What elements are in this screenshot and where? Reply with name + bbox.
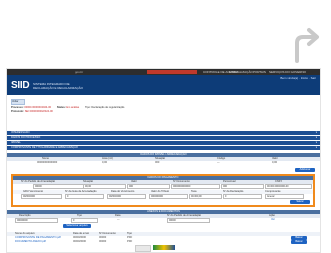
select-file-button[interactable]: Selecionar arquivo [63, 224, 91, 228]
status-label: Status: [56, 106, 66, 109]
nav-row-comprovante[interactable]: COMPROVANTE DE TITULARIDADE E ARRECADAÇÃ… [7, 145, 320, 150]
tax-value-field[interactable]: 000000000 [149, 194, 188, 199]
brand-subtitle-line2: DECLARAÇÃO E REGULARIZAÇÃO [33, 86, 84, 90]
table-cell: PDF [127, 240, 133, 243]
document-field[interactable]: 0000000000000 [171, 184, 220, 189]
add-button[interactable]: Adicionar [295, 168, 315, 172]
nav-row-label: INTERESSADO [11, 131, 30, 134]
table-row: 00000000 0 — 00000 Ver [7, 218, 320, 223]
order-number-field[interactable]: 00000 [33, 184, 84, 189]
protocol-number: SEI 000000000/2024-00 [24, 110, 53, 113]
declaration-field[interactable]: 0 [223, 194, 262, 199]
app-window: gov.br CONTROLE DE ACESSO FORMALIZAÇÃO P… [6, 68, 321, 253]
value-field[interactable]: 000 [127, 184, 170, 189]
percent-field[interactable]: 000 [221, 184, 264, 189]
table-cell: 0,00 [272, 161, 278, 164]
menu-item-formal[interactable]: FORMALIZAÇÃO [229, 70, 253, 74]
download-button[interactable]: Baixar [291, 240, 307, 244]
table-cell: — [217, 161, 220, 164]
fee-field[interactable]: 00.000,00 [189, 194, 222, 199]
table-cell: 0,00 [102, 161, 108, 164]
receipt-attach-field[interactable]: Anexar [265, 194, 304, 199]
gov-logo[interactable]: gov.br [75, 70, 83, 74]
payment-row-1: 00000 00,00 000 0000000000000 000 00.000… [13, 184, 313, 189]
gru-due-field[interactable]: 00/00/0000 [21, 194, 62, 199]
process-label: Processo: [11, 106, 24, 109]
forward-arrow-icon [295, 28, 319, 63]
type-select[interactable]: 0 [71, 218, 98, 223]
footer-brand-logo [153, 245, 175, 250]
situation-field[interactable]: 00,00 [83, 184, 126, 189]
nav-row-label: IMÓVEL [11, 141, 21, 144]
chevron-down-icon: ▾ [315, 146, 317, 149]
save-button[interactable]: Salvar [290, 200, 310, 204]
menu-item-portals[interactable]: PORTAIS [253, 70, 266, 74]
table-cell: — [117, 218, 120, 221]
order-field[interactable]: 00000 [167, 218, 210, 223]
cnpj-field[interactable]: 00.000.000/0000-00 [265, 184, 312, 189]
guide-number-field[interactable]: 0 [65, 194, 104, 199]
table-row: 00000000000000 0,00 000 — 0,00 [7, 161, 320, 165]
table-cell: 000 [155, 161, 160, 164]
description-field[interactable]: 00000000 [15, 218, 58, 223]
due-date-field[interactable]: 00/00/0000 [107, 194, 146, 199]
table-cell: 00/00/0000 [73, 240, 86, 243]
file-row: DOCUMENTO ANEXO.pdf 00/00/0000 00000 PDF… [7, 240, 320, 244]
menu-item-services[interactable]: SERVIÇOS DO GOVERNO [269, 70, 306, 74]
table-cell: 00000 [99, 240, 107, 243]
table-cell: 00000000000000 [37, 161, 58, 164]
back-button[interactable]: Voltar [11, 99, 25, 105]
process-number: 00000.000000/2024-00 [24, 106, 52, 109]
header-links[interactable]: Bem vindo(a) · Início · Sair [280, 76, 316, 80]
nav-row-label: COMPROVANTE DE TITULARIDADE E ARRECADAÇÃ… [11, 146, 78, 149]
app-header: Bem vindo(a) · Início · Sair SIID SISTEM… [7, 75, 320, 95]
view-link[interactable]: Ver [271, 218, 275, 222]
file-name-link[interactable]: DOCUMENTO ANEXO.pdf [15, 240, 46, 244]
process-info: Processo: 00000.000000/2024-00 Status: E… [11, 106, 124, 114]
status-badge: Em análise [66, 106, 80, 109]
payment-row-2: 00/00/0000 0 00/00/0000 000000000 00.000… [13, 194, 313, 199]
gov-banner [147, 70, 197, 74]
protocol-label: Protocolo: [11, 110, 24, 113]
nav-row-label: DADOS DO PROCESSO [11, 136, 41, 139]
brand-subtitle: SISTEMA INTEGRADO DE DECLARAÇÃO E REGULA… [33, 82, 83, 90]
process-type: Tipo: Declaração de regularização [84, 106, 125, 109]
brand-logo[interactable]: SIID [11, 80, 30, 91]
